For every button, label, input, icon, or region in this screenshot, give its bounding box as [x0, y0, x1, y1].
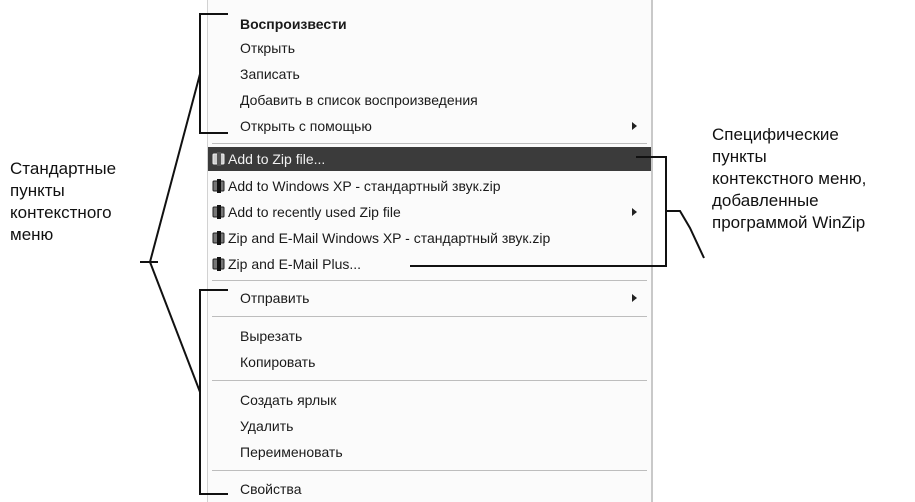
pointer-line-bottom	[149, 261, 201, 393]
annotation-line: меню	[10, 225, 54, 244]
pointer-line-top	[149, 73, 201, 263]
annotation-line: пункты	[10, 181, 65, 200]
annotation-line: контекстного	[10, 203, 112, 222]
annotation-line: добавленные	[712, 191, 819, 210]
bracket-winzip	[410, 156, 667, 267]
bracket-standard-top	[199, 13, 228, 134]
pointer-line-winzip	[666, 210, 705, 259]
annotation-winzip: Специфические пункты контекстного меню, …	[712, 124, 866, 234]
annotation-line: пункты	[712, 147, 767, 166]
annotation-line: программой WinZip	[712, 213, 866, 232]
annotation-lines	[140, 13, 705, 495]
annotation-line: Стандартные	[10, 159, 117, 178]
bracket-standard-bottom	[199, 289, 228, 495]
annotation-line: контекстного меню,	[712, 169, 867, 188]
annotation-line: Специфические	[712, 125, 839, 144]
annotation-standard: Стандартные пункты контекстного меню	[10, 158, 116, 246]
